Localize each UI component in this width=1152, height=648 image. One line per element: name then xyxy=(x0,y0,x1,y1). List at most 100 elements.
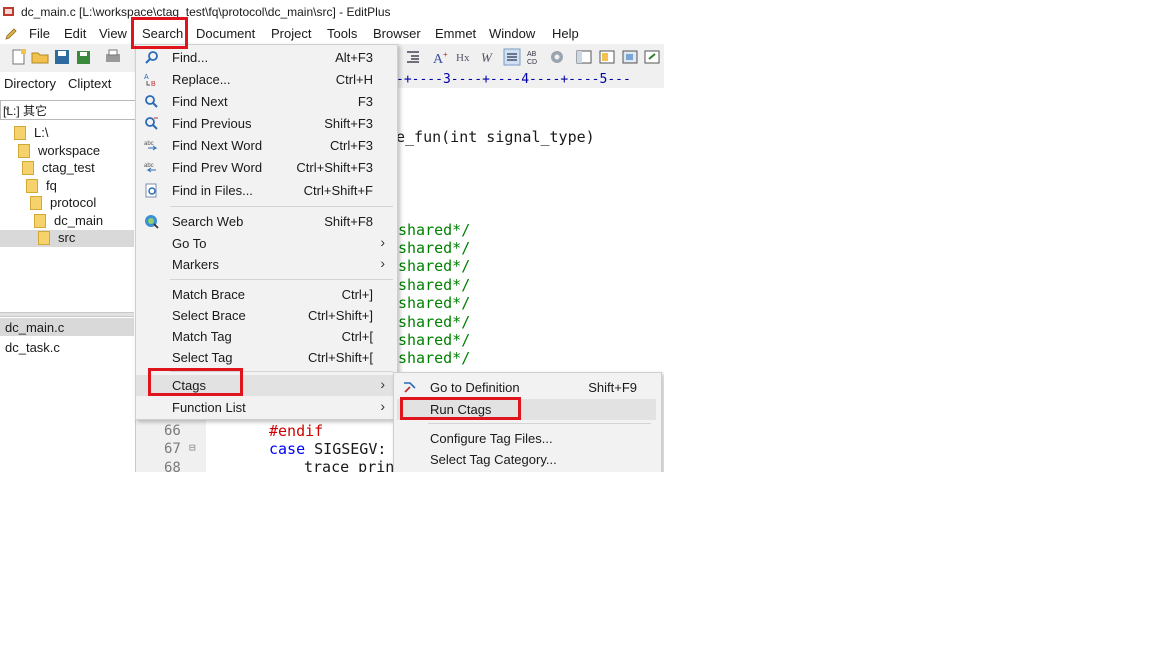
menu-item-go-to[interactable]: Go To › xyxy=(136,233,397,254)
file-list-item[interactable]: dc_task.c xyxy=(0,338,134,356)
menu-item-label: Find Next xyxy=(172,94,228,109)
tree-item-label: L:\ xyxy=(34,125,49,140)
menu-item-configure-tag-files[interactable]: Configure Tag Files... xyxy=(394,428,661,449)
menu-item-find-previous[interactable]: Find Previous Shift+F3 xyxy=(136,113,397,134)
menu-item-markers[interactable]: Markers › xyxy=(136,254,397,275)
menu-separator xyxy=(170,279,393,280)
menu-item-shortcut: Ctrl+[ xyxy=(341,329,373,344)
pencil-icon[interactable] xyxy=(4,27,18,41)
menu-document[interactable]: Document xyxy=(196,26,255,41)
menu-item-find-in-files[interactable]: Find in Files... Ctrl+Shift+F xyxy=(136,180,397,201)
ctags-highlight-box xyxy=(148,368,243,396)
code-line-trace: trace_prin xyxy=(304,458,395,472)
menu-item-shortcut: Ctrl+H xyxy=(335,72,373,87)
go-to-definition-icon xyxy=(404,382,416,393)
menu-browser[interactable]: Browser xyxy=(373,26,421,41)
menu-item-shortcut: Ctrl+Shift+[ xyxy=(307,350,373,365)
menu-item-select-tag-category[interactable]: Select Tag Category... xyxy=(394,449,661,470)
menu-item-shortcut: Ctrl+] xyxy=(341,287,373,302)
find-prev-word-icon: abc xyxy=(144,163,156,173)
menu-separator xyxy=(428,423,651,424)
menu-item-find-prev-word[interactable]: abc Find Prev Word Ctrl+Shift+F3 xyxy=(136,157,397,178)
code-comment-shared: shared*/ xyxy=(398,257,471,275)
tab-cliptext[interactable]: Cliptext xyxy=(68,76,111,91)
menu-item-label: Select Brace xyxy=(172,308,246,323)
menu-help[interactable]: Help xyxy=(552,26,579,41)
gear-icon[interactable] xyxy=(548,48,566,66)
line-number: 67 xyxy=(164,441,181,457)
column-ruler: -+----3----+----4----+----5--- xyxy=(396,72,664,88)
tree-item-label: fq xyxy=(46,178,57,193)
menu-window[interactable]: Window xyxy=(489,26,535,41)
line-numbers-icon[interactable] xyxy=(503,48,521,66)
menu-item-match-tag[interactable]: Match Tag Ctrl+[ xyxy=(136,326,397,347)
chevron-down-icon[interactable]: ⌄ xyxy=(3,102,132,113)
find-icon xyxy=(145,51,158,64)
svg-text:B: B xyxy=(151,81,156,87)
svg-text:+: + xyxy=(443,50,448,59)
tree-item-label: src xyxy=(58,230,76,245)
find-next-icon xyxy=(145,95,158,108)
menu-item-shortcut: Shift+F3 xyxy=(324,116,373,131)
menu-file[interactable]: File xyxy=(29,26,50,41)
menu-item-find[interactable]: Find... Alt+F3 xyxy=(136,47,397,68)
menu-item-select-brace[interactable]: Select Brace Ctrl+Shift+] xyxy=(136,305,397,326)
menu-edit[interactable]: Edit xyxy=(64,26,86,41)
window-layout-icon[interactable] xyxy=(575,48,593,66)
menu-emmet[interactable]: Emmet xyxy=(435,26,476,41)
menu-item-find-next[interactable]: Find Next F3 xyxy=(136,91,397,112)
folder-icon xyxy=(34,214,46,228)
menu-item-replace[interactable]: AB Replace... Ctrl+H xyxy=(136,69,397,90)
file-list-item[interactable]: dc_main.c xyxy=(0,318,134,336)
title-bar: dc_main.c [L:\workspace\ctag_test\fq\pro… xyxy=(0,0,664,24)
editplus-window: dc_main.c [L:\workspace\ctag_test\fq\pro… xyxy=(0,0,664,472)
word-wrap-icon[interactable]: W xyxy=(480,48,498,66)
find-in-files-icon xyxy=(145,183,157,198)
folder-icon xyxy=(22,161,34,175)
new-file-icon[interactable] xyxy=(10,48,28,66)
svg-text:Hx: Hx xyxy=(456,52,470,64)
menu-item-shortcut: F3 xyxy=(357,94,373,109)
spell-check-icon[interactable]: ABCD xyxy=(526,48,544,66)
svg-text:A: A xyxy=(144,74,149,81)
menu-item-label: Replace... xyxy=(172,72,231,87)
menu-bar: File Edit View Search Document Project T… xyxy=(0,24,664,44)
menu-item-shortcut: Shift+F9 xyxy=(588,380,637,395)
editplus-app-icon xyxy=(3,7,14,16)
code-comment-shared: shared*/ xyxy=(398,349,471,367)
folder-icon xyxy=(38,231,50,245)
font-size-icon[interactable]: A + xyxy=(432,48,450,66)
menu-item-select-tag[interactable]: Select Tag Ctrl+Shift+[ xyxy=(136,347,397,368)
menu-item-go-to-definition[interactable]: Go to Definition Shift+F9 xyxy=(394,377,661,398)
drive-selector[interactable]: [L:] 其它 ⌄ xyxy=(0,100,136,120)
indent-icon[interactable] xyxy=(404,48,422,66)
menu-view[interactable]: View xyxy=(99,26,127,41)
panel-splitter[interactable] xyxy=(0,312,134,317)
folder-icon xyxy=(14,126,26,140)
save-all-icon[interactable] xyxy=(75,48,93,66)
split-window-icon[interactable] xyxy=(598,48,616,66)
menu-item-search-web[interactable]: Search Web Shift+F8 xyxy=(136,211,397,232)
menu-item-find-next-word[interactable]: abc Find Next Word Ctrl+F3 xyxy=(136,135,397,156)
window-title: dc_main.c [L:\workspace\ctag_test\fq\pro… xyxy=(21,5,391,19)
print-icon[interactable] xyxy=(104,48,122,66)
chevron-right-icon: › xyxy=(380,376,385,392)
fullscreen-icon[interactable] xyxy=(643,48,661,66)
save-icon[interactable] xyxy=(53,48,71,66)
menu-item-match-brace[interactable]: Match Brace Ctrl+] xyxy=(136,284,397,305)
menu-item-label: Find... xyxy=(172,50,209,65)
directory-panel: Directory Cliptext [L:] 其它 ⌄ L:\ workspa… xyxy=(0,72,136,472)
menu-project[interactable]: Project xyxy=(271,26,311,41)
menu-item-shortcut: Ctrl+Shift+] xyxy=(307,308,373,323)
svg-text:abc: abc xyxy=(144,141,154,147)
browser-preview-icon[interactable] xyxy=(621,48,639,66)
code-comment-shared: shared*/ xyxy=(398,221,471,239)
menu-item-label: Find Previous xyxy=(172,116,252,131)
tree-item-label: ctag_test xyxy=(42,160,95,175)
open-folder-icon[interactable] xyxy=(31,48,49,66)
menu-item-function-list[interactable]: Function List › xyxy=(136,397,397,418)
tab-directory[interactable]: Directory xyxy=(4,76,56,91)
hx-icon[interactable]: Hx xyxy=(456,48,474,66)
fold-collapse-icon[interactable]: ⊟ xyxy=(189,441,196,454)
menu-tools[interactable]: Tools xyxy=(327,26,357,41)
